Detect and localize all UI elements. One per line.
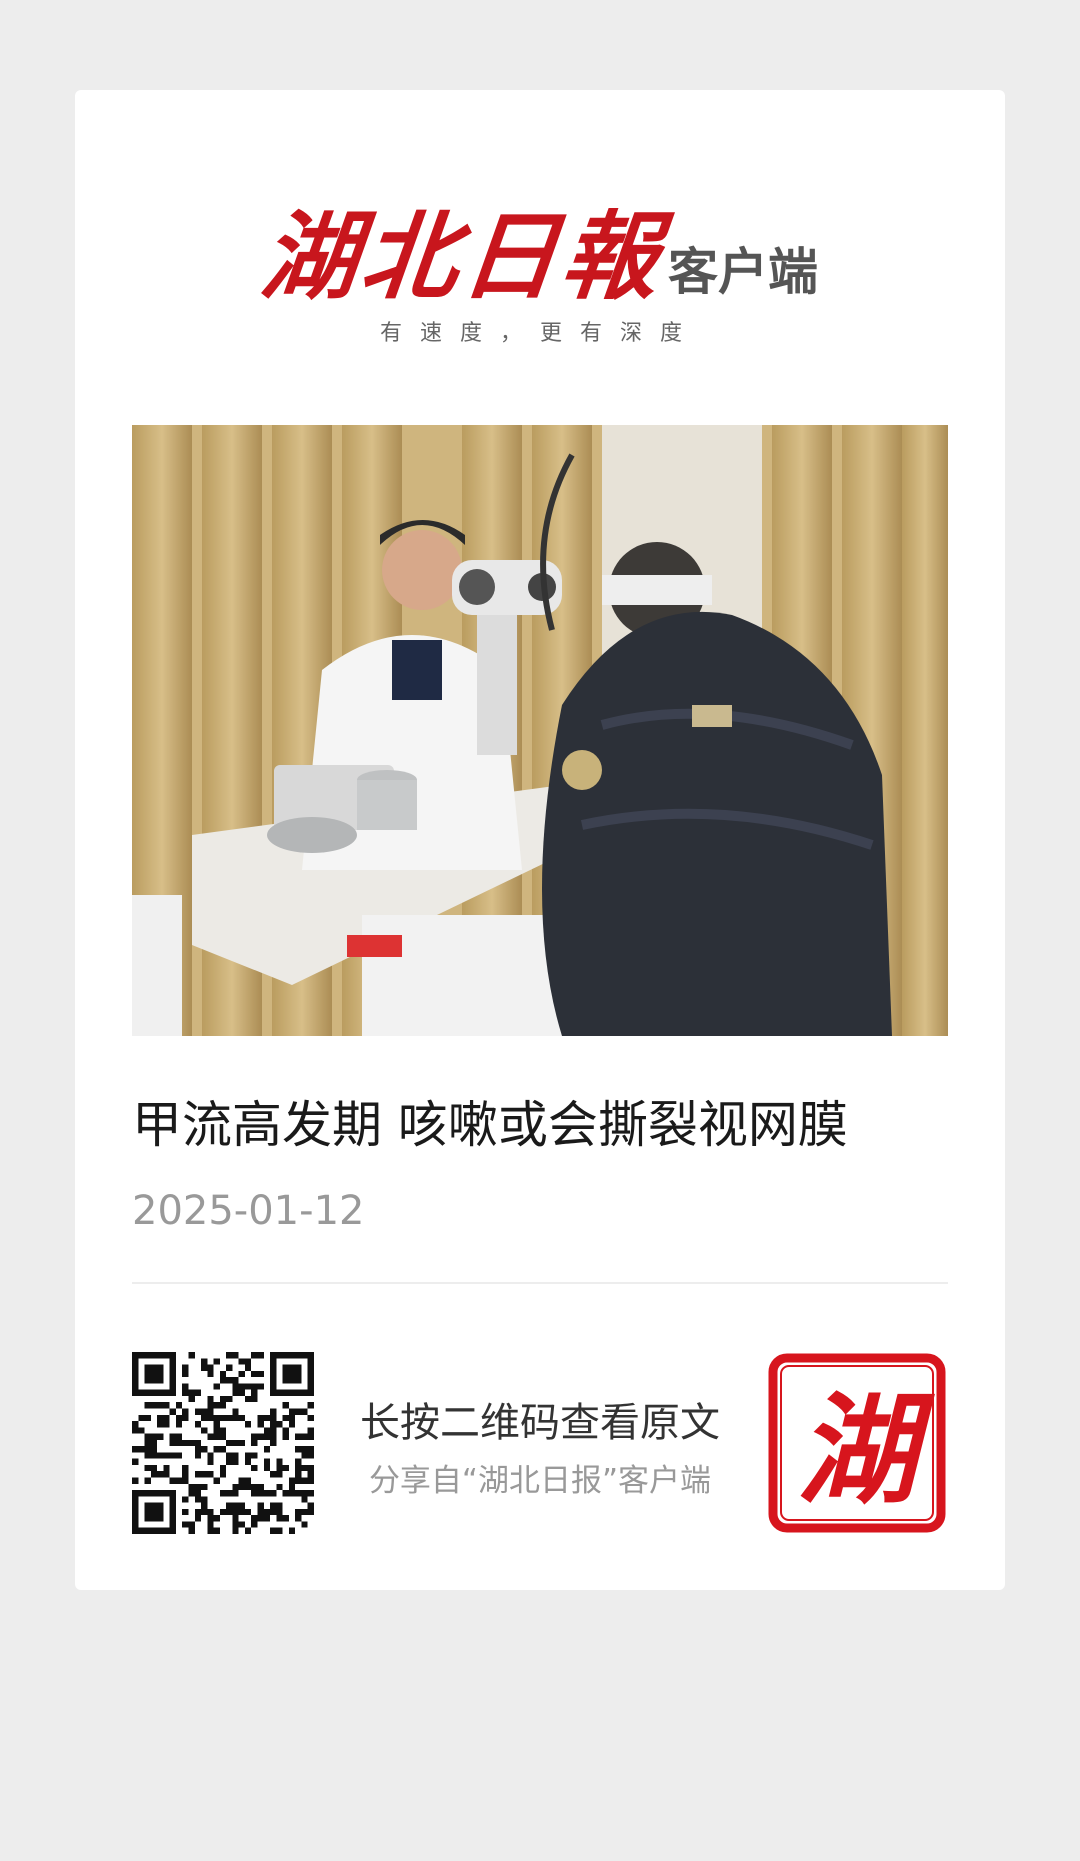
svg-text:湖: 湖 [797, 1380, 935, 1521]
article-image[interactable] [132, 425, 948, 1036]
logo-sub-text: 客户端 [668, 242, 818, 301]
qr-code-icon [132, 1352, 314, 1534]
qr-code[interactable] [132, 1352, 314, 1534]
divider [132, 1282, 948, 1284]
share-instruction: 长按二维码查看原文 [360, 1400, 720, 1446]
share-source: 分享自“湖北日报”客户端 [368, 1463, 712, 1499]
logo-main-text: 湖北日報 [256, 200, 668, 313]
article-title[interactable]: 甲流高发期 咳嗽或会撕裂视网膜 [132, 1095, 948, 1155]
brand-seal-logo: 湖 [767, 1352, 947, 1534]
article-photo-illustration [132, 425, 948, 1036]
brand-logo: 湖北日報 客户端 [75, 195, 1005, 313]
article-date: 2025-01-12 [132, 1188, 365, 1234]
share-card: 湖北日報 客户端 有速度，更有深度 甲流高发期 咳嗽或会撕裂视网膜 2025-0… [75, 90, 1005, 1590]
brand-slogan: 有速度，更有深度 [379, 321, 700, 346]
